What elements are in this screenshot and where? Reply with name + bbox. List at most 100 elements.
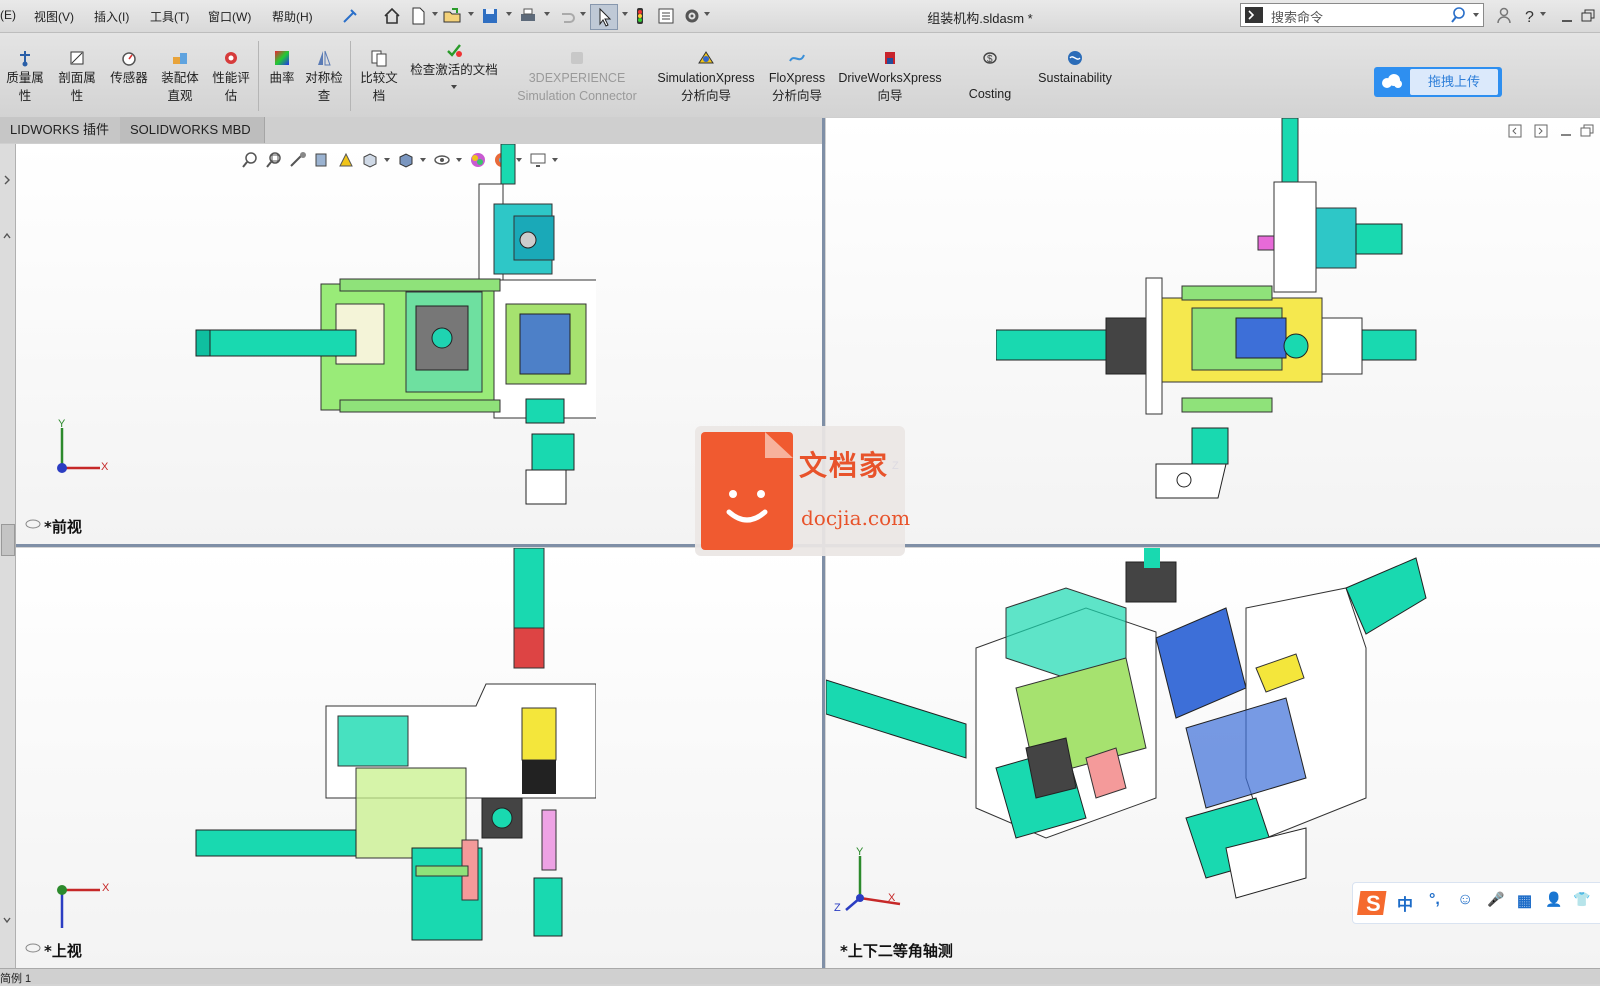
tab-solidworks-mbd[interactable]: SOLIDWORKS MBD bbox=[120, 117, 265, 143]
ime-skin-icon[interactable]: 👕 bbox=[1573, 891, 1590, 908]
axis-x-label: X bbox=[101, 461, 109, 473]
command-label: 检查激活的文档 bbox=[410, 63, 498, 77]
sustainability-button[interactable]: Sustainability bbox=[1030, 33, 1120, 117]
command-label: 比较文 档 bbox=[360, 71, 398, 103]
assembly-top-view[interactable] bbox=[176, 548, 596, 958]
ime-toolbar[interactable]: S 中 °, ☺ 🎤 ▦ 👤 👕 bbox=[1352, 882, 1600, 924]
status-bar: 简例 1 bbox=[0, 968, 1600, 985]
command-label: SimulationXpress 分析向导 bbox=[657, 71, 755, 103]
chevron-down-icon[interactable] bbox=[2, 914, 12, 926]
driveworksxpress-button[interactable]: DriveWorksXpress 向导 bbox=[832, 33, 948, 117]
chevron-up-icon[interactable] bbox=[2, 230, 12, 242]
curvature-button[interactable]: 曲率 bbox=[262, 33, 302, 117]
axis-x-label: X bbox=[102, 882, 110, 894]
user-icon[interactable] bbox=[1494, 6, 1514, 26]
assembly-visualization-button[interactable]: 装配体 直观 bbox=[154, 33, 206, 117]
minimize-icon[interactable] bbox=[1558, 124, 1574, 138]
viewport-top[interactable]: X *上视 bbox=[16, 548, 822, 968]
performance-evaluation-icon bbox=[225, 52, 237, 64]
search-command-input[interactable]: 搜索命令 bbox=[1240, 3, 1484, 27]
3dexperience-simulation-connector-button[interactable]: 3DEXPERIENCE Simulation Connector bbox=[508, 33, 646, 117]
symmetry-check-icon bbox=[318, 50, 331, 66]
performance-evaluation-button[interactable]: 性能评 估 bbox=[206, 33, 256, 117]
command-label: Costing bbox=[968, 87, 1012, 101]
cloud-icon bbox=[1382, 74, 1402, 88]
ime-chinese-mode[interactable]: 中 bbox=[1397, 891, 1413, 915]
axis-y-label: Y bbox=[58, 418, 66, 430]
assembly-right-view[interactable] bbox=[996, 118, 1436, 518]
mass-properties-button[interactable]: 质量属 性 bbox=[0, 33, 50, 117]
restore-icon[interactable] bbox=[1578, 6, 1598, 26]
command-prompt-icon bbox=[1245, 7, 1263, 23]
minimize-icon[interactable] bbox=[1558, 6, 1578, 26]
tab-solidworks-addins[interactable]: LIDWORKS 插件 bbox=[0, 117, 121, 143]
symmetry-check-button[interactable]: 对称检 查 bbox=[300, 33, 348, 117]
assembly-visualization-icon bbox=[173, 53, 187, 64]
viewport-prev-icon[interactable] bbox=[1506, 124, 1526, 138]
watermark-overlay: 文档家 docjia.com bbox=[695, 426, 910, 556]
assembly-front-view[interactable] bbox=[176, 144, 596, 514]
splitter-handle[interactable] bbox=[1, 524, 15, 556]
chevron-down-icon[interactable] bbox=[1473, 13, 1479, 17]
command-label: 性能评 估 bbox=[212, 71, 250, 103]
axis-x-label: X bbox=[888, 892, 896, 904]
3dexperience-icon bbox=[571, 52, 583, 64]
search-placeholder: 搜索命令 bbox=[1271, 10, 1324, 25]
check-active-document-button[interactable]: 检查激活的文档 bbox=[404, 33, 504, 117]
viewport-label-iso: *上下二等角轴测 bbox=[840, 942, 953, 960]
svg-text:$: $ bbox=[987, 54, 993, 65]
sensor-icon bbox=[122, 52, 136, 66]
view-link-icon bbox=[25, 943, 41, 953]
ime-user-icon[interactable]: 👤 bbox=[1545, 891, 1562, 908]
driveworksxpress-icon bbox=[885, 52, 895, 64]
check-active-document-icon bbox=[447, 44, 462, 57]
viewport-right[interactable]: Z bbox=[826, 118, 1600, 544]
compare-documents-icon bbox=[371, 50, 387, 67]
ime-emoji-icon[interactable]: ☺ bbox=[1457, 891, 1473, 909]
viewport-label-front: *前视 bbox=[44, 518, 82, 536]
smiley-document-icon bbox=[726, 432, 793, 523]
command-label: FloXpress 分析向导 bbox=[768, 71, 826, 103]
mass-properties-icon bbox=[20, 51, 30, 67]
viewport-next-icon[interactable] bbox=[1532, 124, 1552, 138]
sogou-logo-icon[interactable]: S bbox=[1357, 887, 1391, 919]
status-text: 简例 1 bbox=[0, 973, 32, 985]
command-label: DriveWorksXpress 向导 bbox=[838, 71, 942, 103]
compare-documents-button[interactable]: 比较文 档 bbox=[354, 33, 404, 117]
chevron-right-icon[interactable] bbox=[2, 174, 12, 186]
toolbar-separator bbox=[350, 41, 351, 111]
ime-voice-icon[interactable]: 🎤 bbox=[1487, 891, 1504, 908]
axis-triad-top bbox=[57, 885, 100, 928]
command-label: Sustainability bbox=[1038, 71, 1112, 85]
search-icon[interactable] bbox=[1449, 6, 1467, 24]
feature-manager-collapsed[interactable] bbox=[0, 144, 16, 968]
chevron-down-icon[interactable] bbox=[1540, 12, 1546, 16]
costing-button[interactable]: $ Costing bbox=[950, 33, 1030, 117]
sensor-button[interactable]: 传感器 bbox=[104, 33, 154, 117]
section-properties-button[interactable]: 剖面属 性 bbox=[52, 33, 102, 117]
svg-text:S: S bbox=[1366, 891, 1381, 916]
section-properties-icon bbox=[70, 51, 84, 65]
svg-text:?: ? bbox=[1525, 9, 1534, 26]
menu-bar: (E) 视图(V) 插入(I) 工具(T) 窗口(W) 帮助(H) 组装机构.s… bbox=[0, 0, 1600, 33]
command-label: 剖面属 性 bbox=[58, 71, 96, 103]
axis-z-label: Z bbox=[834, 902, 841, 914]
cloud-upload-button[interactable]: 拖拽上传 bbox=[1374, 67, 1502, 97]
command-label: 装配体 直观 bbox=[161, 71, 199, 103]
viewport-label-top: *上视 bbox=[44, 942, 82, 960]
floxpress-button[interactable]: FloXpress 分析向导 bbox=[762, 33, 832, 117]
axis-y-label: Y bbox=[856, 846, 864, 858]
restore-icon[interactable] bbox=[1578, 124, 1596, 138]
chevron-down-icon[interactable] bbox=[451, 85, 457, 89]
ime-keyboard-icon[interactable]: ▦ bbox=[1517, 891, 1532, 911]
command-label: 曲率 bbox=[269, 71, 295, 85]
simulationxpress-button[interactable]: SimulationXpress 分析向导 bbox=[650, 33, 762, 117]
costing-icon: $ bbox=[983, 52, 997, 65]
ime-punctuation[interactable]: °, bbox=[1429, 891, 1440, 909]
toolbar-separator bbox=[258, 41, 259, 111]
help-icon[interactable]: ? bbox=[1520, 6, 1540, 26]
axis-triad-iso bbox=[845, 856, 901, 911]
watermark-url: docjia.com bbox=[801, 506, 911, 530]
command-label: 3DEXPERIENCE Simulation Connector bbox=[517, 71, 637, 103]
floxpress-icon bbox=[789, 54, 805, 62]
